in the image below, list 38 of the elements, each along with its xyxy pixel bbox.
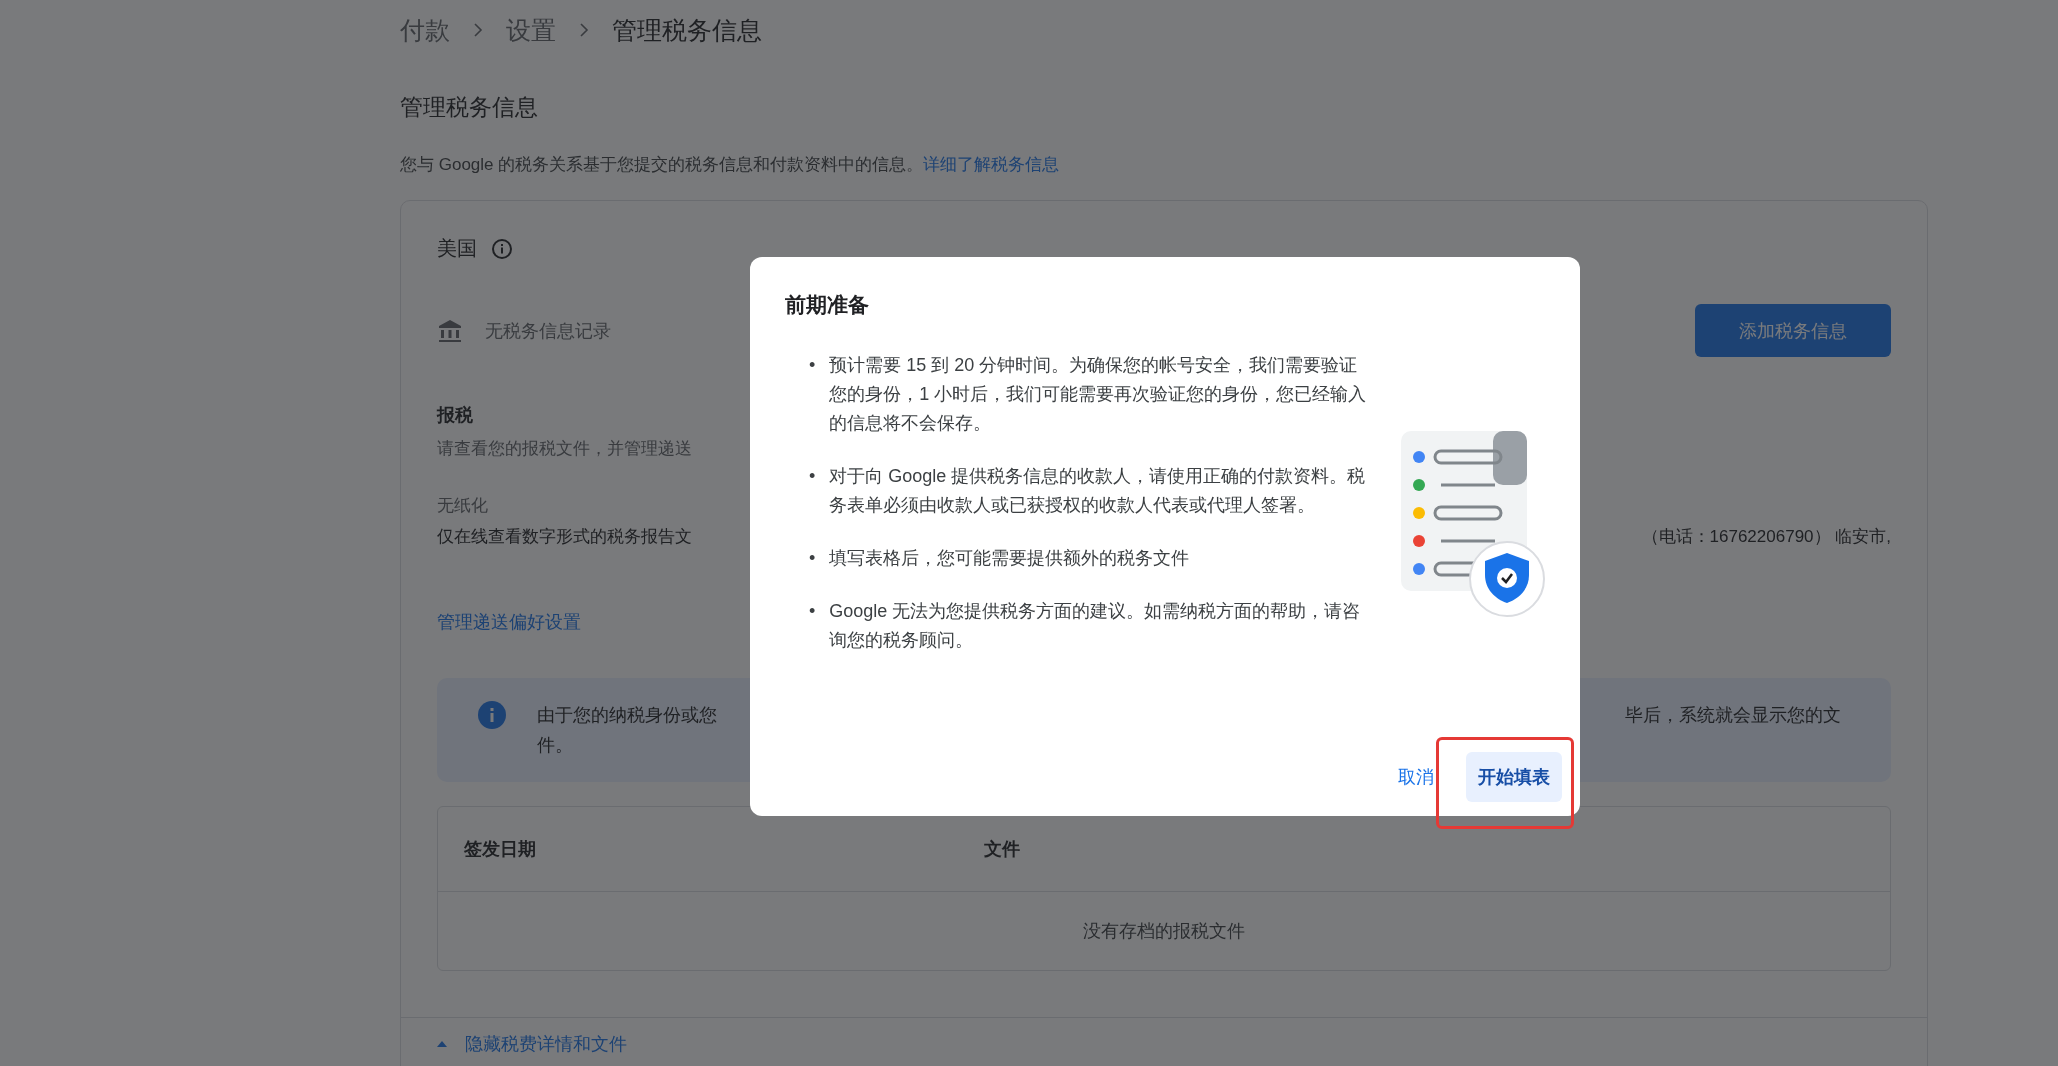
description-text: 您与 Google 的税务关系基于您提交的税务信息和付款资料中的信息。详细了解税务信息 [400,154,1061,176]
empty-table-text: 没有存档的报税文件 [1083,920,1245,943]
breadcrumb-link[interactable]: 管理税务信息 [612,13,762,47]
banner-text: 件。 [537,734,574,757]
section-heading: 报税 [437,404,473,427]
info-icon[interactable] [491,237,513,260]
column-header: 签发日期 [464,838,537,861]
chevron-icon [578,22,590,38]
paperless-text: （电话：16762206790） 临安市, [1641,526,1891,548]
bullet-text: Google 无法为您提供税务方面的建议。如需纳税方面的帮助，请咨询您的税务顾问。 [829,600,1362,652]
bullet-icon: • [809,351,816,438]
start-form-button[interactable]: 开始填表 [1466,752,1562,802]
cancel-button[interactable]: 取消 [1392,755,1440,799]
no-record-text: 无税务信息记录 [485,319,611,343]
info-icon [477,700,507,730]
page-title: 管理税务信息 [400,93,539,122]
add-tax-info-button[interactable]: 添加税务信息 [1695,304,1891,357]
manage-preferences-link[interactable]: 管理递送偏好设置 [437,610,581,634]
bullet-text: 填写表格后，您可能需要提供额外的税务文件 [829,547,1191,570]
bank-icon [437,317,463,344]
dialog-title: 前期准备 [785,292,870,318]
bullet-text: 对于向 Google 提供税务信息的收款人，请使用正确的付款资料。税务表单必须由收款人或已获授权的收款人代表或代理人签署。 [829,465,1367,517]
bullet-icon: • [809,544,816,573]
learn-more-link[interactable]: 详细了解税务信息 [923,155,1060,174]
banner-text: 毕后，系统就会显示您的文 [1625,704,1841,727]
banner-text: 由于您的纳税身份或您 [537,704,717,727]
section-heading: 无纸化 [437,495,488,517]
bullet-icon: • [809,597,816,655]
chevron-icon [472,22,484,38]
country-label: 美国 [437,236,477,261]
bullet-icon: • [809,462,816,520]
column-header: 文件 [984,838,1020,861]
hide-details-link[interactable]: 隐藏税费详情和文件 [465,1032,627,1056]
bullet-text: 预计需要 15 到 20 分钟时间。为确保您的帐号安全，我们需要验证您的身份，1 小时后，我们可能需要再次验证您的身份，您已经输入的信息将不会保存。 [829,354,1368,435]
paperless-text: 仅在线查看数字形式的税务报告文 [437,526,692,548]
breadcrumb-link[interactable]: 付款 [400,13,450,47]
breadcrumb-link[interactable]: 设置 [506,13,556,47]
filing-text: 请查看您的报税文件，并管理递送 [437,438,692,460]
